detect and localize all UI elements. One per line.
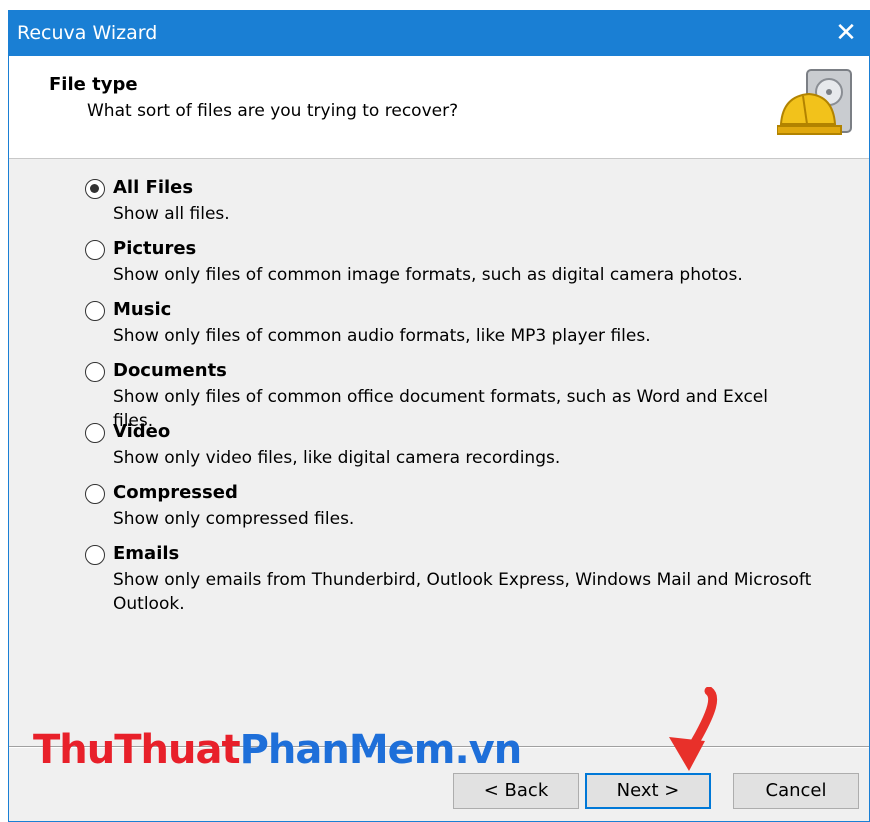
option-label: All Files [113, 177, 194, 198]
radio-all-files[interactable] [85, 179, 105, 199]
page-title: File type [49, 74, 138, 95]
option-label: Music [113, 299, 172, 320]
watermark-part-2: PhanMem [239, 727, 456, 773]
radio-emails[interactable] [85, 545, 105, 565]
option-label: Documents [113, 360, 227, 381]
option-description: Show only files of common audio formats,… [113, 326, 651, 346]
title-bar[interactable]: Recuva Wizard ✕ [9, 11, 869, 56]
option-label: Video [113, 421, 171, 442]
radio-pictures[interactable] [85, 240, 105, 260]
window-title: Recuva Wizard [17, 22, 158, 44]
radio-documents[interactable] [85, 362, 105, 382]
recuva-hardhat-drive-icon [777, 69, 852, 135]
wizard-header: File type What sort of files are you try… [9, 56, 869, 159]
radio-video[interactable] [85, 423, 105, 443]
recuva-wizard-window: Recuva Wizard ✕ File type What sort of f… [8, 10, 870, 822]
close-icon[interactable]: ✕ [823, 11, 869, 56]
radio-music[interactable] [85, 301, 105, 321]
watermark-part-1: ThuThuat [33, 727, 241, 773]
option-label: Compressed [113, 482, 238, 503]
option-label: Pictures [113, 238, 197, 259]
back-button[interactable]: < Back [453, 773, 579, 809]
watermark-part-3: .vn [454, 727, 522, 773]
watermark-logo: ThuThuatPhanMem.vn [33, 727, 522, 773]
next-button[interactable]: Next > [585, 773, 711, 809]
option-description: Show all files. [113, 204, 230, 224]
option-description: Show only video files, like digital came… [113, 448, 561, 468]
option-label: Emails [113, 543, 180, 564]
option-description: Show only files of common image formats,… [113, 265, 743, 285]
cancel-button[interactable]: Cancel [733, 773, 859, 809]
option-description: Show only compressed files. [113, 509, 355, 529]
pointer-arrow-icon [669, 687, 718, 771]
option-description: Show only emails from Thunderbird, Outlo… [113, 570, 812, 614]
option-description: Show only files of common office documen… [113, 387, 768, 431]
radio-compressed[interactable] [85, 484, 105, 504]
page-subtitle: What sort of files are you trying to rec… [87, 101, 459, 121]
